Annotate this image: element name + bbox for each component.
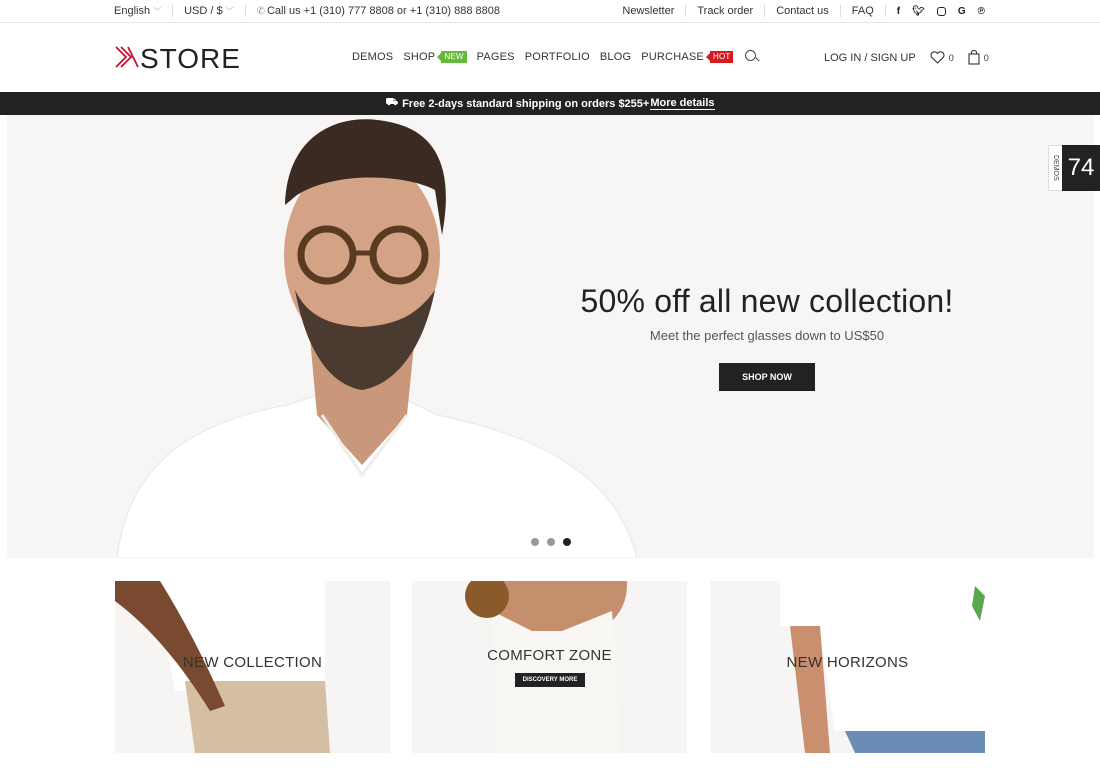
hero-model-image <box>117 119 637 558</box>
shop-now-button[interactable]: SHOP NOW <box>719 363 815 391</box>
wishlist-count: 0 <box>948 52 954 63</box>
account-area: LOG IN / SIGN UP 0 0 <box>824 50 989 65</box>
divider <box>244 5 246 17</box>
logo-text: STORE <box>140 43 241 74</box>
demos-label: DEMOS <box>1048 145 1062 191</box>
banner-title: NEW HORIZONS <box>786 654 909 671</box>
hot-badge: HOT <box>706 51 734 63</box>
demos-panel-toggle[interactable]: DEMOS 74 <box>1048 145 1100 191</box>
nav-blog[interactable]: BLOG <box>600 51 631 63</box>
currency-selector[interactable]: USD / $ ﹀ <box>184 5 234 17</box>
main-header: STORE DEMOS SHOP NEW PAGES PORTFOLIO BLOG… <box>0 24 1100 92</box>
hero-slider: 50% off all new collection! Meet the per… <box>7 115 1094 558</box>
divider <box>839 5 841 17</box>
nav-label: BLOG <box>599 51 632 63</box>
phone-icon: ✆ <box>256 5 265 17</box>
logo-mark <box>115 43 139 75</box>
google-icon[interactable]: G <box>958 6 966 17</box>
facebook-icon[interactable]: f <box>897 6 900 17</box>
slider-dot-2[interactable] <box>547 538 555 546</box>
divider <box>764 5 766 17</box>
nav-label: PORTFOLIO <box>524 51 590 63</box>
nav-demos[interactable]: DEMOS <box>352 51 393 63</box>
phone-text: Call us +1 (310) 777 8808 or +1 (310) 88… <box>266 5 500 17</box>
promo-bar: ⛟ Free 2-days standard shipping on order… <box>0 92 1100 115</box>
banner-comfort-zone[interactable]: COMFORT ZONE DISCOVERY MORE <box>412 581 687 753</box>
track-order-link[interactable]: Track order <box>697 5 753 17</box>
language-selector[interactable]: English ﹀ <box>114 5 161 17</box>
demos-count: 74 <box>1062 145 1100 191</box>
cart-button[interactable]: 0 <box>968 50 989 65</box>
heart-icon <box>930 51 945 64</box>
main-nav: DEMOS SHOP NEW PAGES PORTFOLIO BLOG PURCH… <box>352 50 759 64</box>
slider-dots <box>531 538 571 546</box>
nav-label: DEMOS <box>352 51 394 63</box>
divider <box>884 5 886 17</box>
chevron-down-icon: ﹀ <box>153 7 162 16</box>
discovery-more-button[interactable]: DISCOVERY MORE <box>515 673 585 687</box>
logo[interactable]: STORE <box>115 43 241 75</box>
slider-dot-1[interactable] <box>531 538 539 546</box>
nav-label: PURCHASE <box>641 51 704 63</box>
currency-label: USD / $ <box>184 5 223 17</box>
nav-pages[interactable]: PAGES <box>477 51 515 63</box>
nav-label: SHOP <box>403 51 436 63</box>
nav-purchase[interactable]: PURCHASE HOT <box>641 51 734 63</box>
login-link[interactable]: LOG IN / SIGN UP <box>824 52 916 64</box>
banner-title: COMFORT ZONE <box>487 647 612 664</box>
contact-us-link[interactable]: Contact us <box>776 5 829 17</box>
banner-image <box>465 581 627 753</box>
promo-text: Free 2-days standard shipping on orders … <box>402 97 650 110</box>
faq-link[interactable]: FAQ <box>852 5 874 17</box>
nav-shop[interactable]: SHOP NEW <box>403 51 467 63</box>
top-bar: English ﹀ USD / $ ﹀ ✆ Call us +1 (310) 777… <box>0 0 1100 23</box>
cart-count: 0 <box>983 52 989 63</box>
new-badge: NEW <box>437 51 467 63</box>
truck-icon: ⛟ <box>385 97 399 108</box>
wishlist-button[interactable]: 0 <box>930 51 954 64</box>
shopping-bag-icon <box>968 50 980 65</box>
hero-title: 50% off all new collection! <box>580 283 954 319</box>
newsletter-link[interactable]: Newsletter <box>622 5 674 17</box>
search-icon[interactable] <box>745 50 759 64</box>
chevron-down-icon: ﹀ <box>225 7 234 16</box>
instagram-icon[interactable] <box>936 6 946 16</box>
category-banners: NEW COLLECTION COMFORT ZONE DISCOVERY MO… <box>115 581 985 753</box>
hero-subtitle: Meet the perfect glasses down to US$50 <box>649 328 885 343</box>
more-details-link[interactable]: More details <box>650 97 715 110</box>
language-label: English <box>114 5 151 17</box>
nav-portfolio[interactable]: PORTFOLIO <box>525 51 590 63</box>
banner-new-collection[interactable]: NEW COLLECTION <box>115 581 390 753</box>
divider <box>685 5 687 17</box>
divider <box>172 5 174 17</box>
nav-label: PAGES <box>476 51 515 63</box>
hero-content: 50% off all new collection! Meet the per… <box>567 283 967 391</box>
slider-dot-3[interactable] <box>563 538 571 546</box>
banner-new-horizons[interactable]: NEW HORIZONS <box>710 581 985 753</box>
banner-title: NEW COLLECTION <box>182 654 323 671</box>
pinterest-icon[interactable]: ℗ <box>978 6 985 17</box>
twitter-icon[interactable]: 🐦︎ <box>912 6 925 17</box>
